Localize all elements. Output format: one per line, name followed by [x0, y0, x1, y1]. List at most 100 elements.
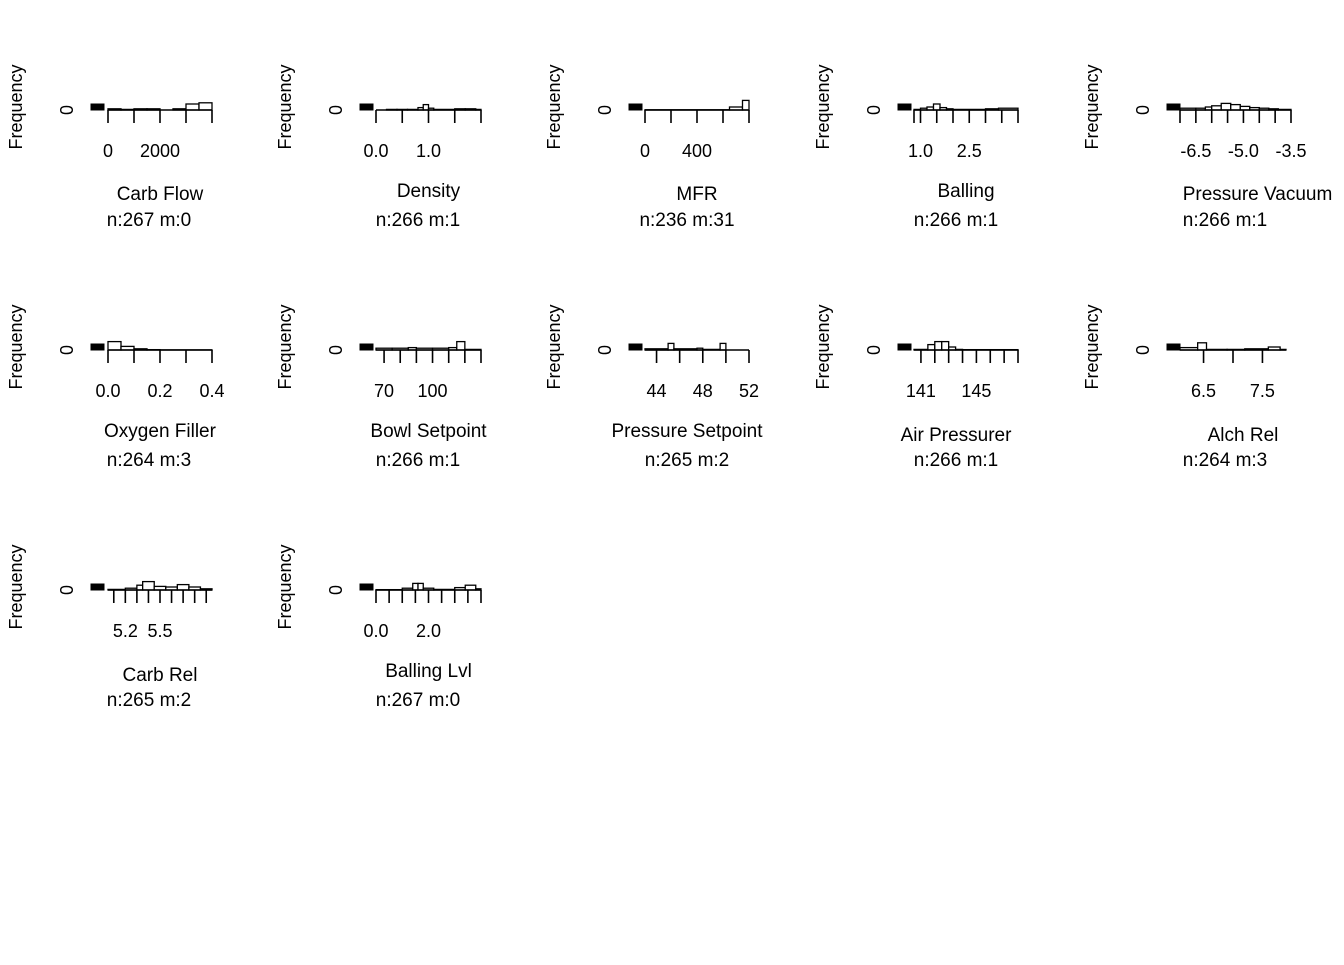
y-tick-label: 0: [57, 345, 77, 355]
chart-title: MFR: [676, 184, 717, 205]
histogram-panel: Frequency00.02.0Balling Lvln:267 m:0: [275, 544, 481, 711]
x-tick-label: 2.0: [416, 621, 441, 641]
chart-stats: n:264 m:3: [1183, 450, 1268, 471]
histogram-panel: Frequency 0 141 145 Air Pressurer n:266 m:1: [813, 304, 1018, 471]
x-tick-label: 0.0: [363, 621, 388, 641]
missing-bar: [1167, 104, 1180, 110]
x-tick-label: 0.2: [147, 381, 172, 401]
y-axis-label: Frequency: [1082, 64, 1102, 149]
histogram-bar: [743, 100, 750, 110]
missing-bar: [91, 584, 104, 590]
x-tick-label: 1.0: [416, 141, 441, 161]
histogram-bar: [935, 342, 942, 350]
chart-stats: n:266 m:1: [914, 450, 999, 471]
histogram-panel: Frequency0-6.5-5.0-3.5Pressure Vacuumn:2…: [1082, 64, 1332, 231]
histogram-panel: Frequency00.00.20.4Oxygen Fillern:264 m:…: [6, 304, 225, 471]
y-tick-label: 0: [864, 105, 884, 115]
x-tick-label: -5.0: [1228, 141, 1259, 161]
histogram-bar: [143, 582, 155, 590]
chart-title: Bowl Setpoint: [370, 421, 487, 442]
y-tick-label: 0: [326, 345, 346, 355]
chart-stats: n:265 m:2: [645, 450, 730, 471]
y-tick-label: 0: [864, 345, 884, 355]
x-tick-label: 0.0: [363, 141, 388, 161]
histogram-panel: Frequency00400MFRn:236 m:31: [544, 64, 749, 231]
histogram-bar: [418, 583, 423, 590]
y-axis-label: Frequency: [6, 544, 26, 629]
missing-bar: [898, 104, 911, 110]
y-axis-label: Frequency: [813, 304, 833, 389]
x-tick-label: 5.5: [147, 621, 172, 641]
histogram-bar: [1198, 343, 1207, 350]
x-tick-label: 0.0: [95, 381, 120, 401]
chart-title: Alch Rel: [1208, 425, 1279, 446]
y-axis-label: Frequency: [275, 304, 295, 389]
y-axis-label: Frequency: [544, 64, 564, 149]
histogram-panel: Frequency0444852Pressure Setpointn:265 m…: [544, 304, 763, 471]
missing-bar: [629, 344, 642, 350]
y-axis-label: Frequency: [275, 544, 295, 629]
missing-bar: [91, 104, 104, 110]
y-axis-label: Frequency: [6, 64, 26, 149]
histogram-bar: [413, 583, 418, 590]
chart-title: Carb Rel: [123, 665, 198, 686]
chart-stats: n:265 m:2: [107, 690, 192, 711]
x-tick-label: 0: [103, 141, 113, 161]
y-axis-label: Frequency: [1082, 304, 1102, 389]
x-tick-label: 145: [961, 381, 991, 401]
x-tick-label: 2.5: [957, 141, 982, 161]
chart-title: Air Pressurer: [901, 425, 1013, 446]
histogram-bar: [186, 104, 199, 110]
x-tick-label: 7.5: [1250, 381, 1275, 401]
y-tick-label: 0: [1133, 345, 1153, 355]
histogram-bar: [423, 105, 428, 110]
y-tick-label: 0: [57, 105, 77, 115]
x-tick-label: 6.5: [1191, 381, 1216, 401]
histogram-panel: Frequency01.02.5Ballingn:266 m:1: [813, 64, 1018, 231]
chart-title: Carb Flow: [117, 184, 204, 205]
x-tick-label: 2000: [140, 141, 180, 161]
x-tick-label: -3.5: [1275, 141, 1306, 161]
chart-stats: n:267 m:0: [376, 690, 461, 711]
y-axis-label: Frequency: [275, 64, 295, 149]
chart-stats: n:266 m:1: [914, 210, 999, 231]
histogram-bar: [1221, 103, 1231, 110]
missing-bar: [360, 104, 373, 110]
chart-stats: n:267 m:0: [107, 210, 192, 231]
histogram-panel: Frequency 0 70 100 Bowl Setpoint n:266 m:1: [275, 304, 487, 471]
chart-stats: n:266 m:1: [1183, 210, 1268, 231]
histogram-bar: [942, 342, 949, 350]
x-tick-label: 52: [739, 381, 759, 401]
y-tick-label: 0: [326, 585, 346, 595]
y-axis-label: Frequency: [6, 304, 26, 389]
histogram-grid-svg: Frequency002000Carb Flown:267 m:0Frequen…: [0, 0, 1344, 960]
chart-stats: n:266 m:1: [376, 450, 461, 471]
chart-title: Pressure Vacuum: [1183, 184, 1333, 205]
histogram-bar: [1231, 105, 1241, 110]
missing-bar: [91, 344, 104, 350]
y-tick-label: 0: [595, 105, 615, 115]
chart-title: Pressure Setpoint: [611, 421, 763, 442]
histogram-bar: [668, 343, 674, 350]
histogram-panel: Frequency00.01.0Densityn:266 m:1: [275, 64, 481, 231]
x-tick-label: 48: [693, 381, 713, 401]
x-tick-label: 141: [906, 381, 936, 401]
chart-stats: n:264 m:3: [107, 450, 192, 471]
x-tick-label: -6.5: [1180, 141, 1211, 161]
x-tick-label: 5.2: [113, 621, 138, 641]
x-tick-label: 100: [418, 381, 448, 401]
missing-bar: [360, 584, 373, 590]
y-tick-label: 0: [57, 585, 77, 595]
histogram-bar: [457, 342, 465, 350]
chart-title: Density: [397, 181, 461, 202]
histogram-panel: Frequency 0 0 2000 Carb Flow n:267 m:0: [6, 64, 212, 231]
y-axis-label: Frequency: [544, 304, 564, 389]
histogram-panel: Frequency 0 5.2 5.5 Carb Rel n:265 m:2: [6, 544, 212, 711]
chart-stats: n:236 m:31: [639, 210, 734, 231]
histogram-bar: [934, 104, 941, 110]
histogram-bar: [199, 103, 212, 110]
missing-bar: [1167, 344, 1180, 350]
x-tick-label: 70: [374, 381, 394, 401]
x-tick-label: 400: [682, 141, 712, 161]
chart-title: Balling: [937, 181, 994, 202]
